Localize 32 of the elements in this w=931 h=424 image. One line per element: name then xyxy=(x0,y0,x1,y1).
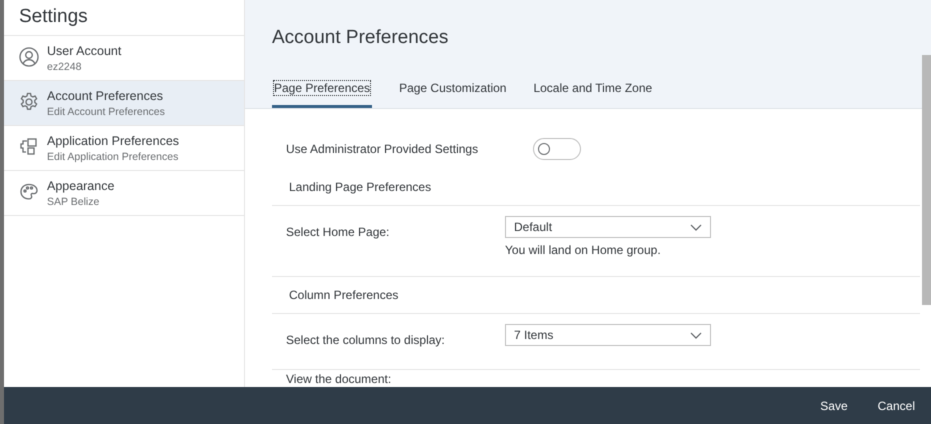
section-heading: Column Preferences xyxy=(289,288,398,302)
setting-label: Use Administrator Provided Settings xyxy=(286,142,480,156)
palette-icon xyxy=(19,182,39,202)
item-subtitle: Edit Account Preferences xyxy=(47,105,165,120)
save-button[interactable]: Save xyxy=(808,392,860,418)
page-title: Account Preferences xyxy=(272,27,450,49)
item-title: User Account xyxy=(47,43,122,59)
field-label: View the document: xyxy=(286,372,392,386)
sidebar-item[interactable]: Account Preferences Edit Account Preferences xyxy=(4,81,244,126)
item-title: Account Preferences xyxy=(47,88,164,104)
dropdown[interactable]: 7 Items xyxy=(505,324,711,346)
dropdown[interactable]: Default xyxy=(505,216,711,238)
tab[interactable]: Page Customization xyxy=(399,81,506,108)
chevron-down-icon xyxy=(690,224,702,230)
item-subtitle: ez2248 xyxy=(47,60,82,75)
field-label: Select the columns to display: xyxy=(286,332,446,349)
item-title: Appearance xyxy=(47,178,114,194)
hint-text: You will land on Home group. xyxy=(505,243,662,257)
scrollbar[interactable] xyxy=(922,55,931,305)
item-subtitle: SAP Belize xyxy=(47,195,100,210)
tab[interactable]: Locale and Time Zone xyxy=(533,81,652,108)
item-title: Application Preferences xyxy=(47,133,180,149)
toggle-switch[interactable] xyxy=(533,138,581,160)
chevron-down-icon xyxy=(690,332,702,338)
item-subtitle: Edit Application Preferences xyxy=(47,150,178,165)
puzzle-icon xyxy=(19,137,39,157)
field-label: Select Home Page: xyxy=(286,224,390,241)
tab[interactable]: Page Preferences xyxy=(272,81,372,108)
section-heading: Landing Page Preferences xyxy=(289,180,432,194)
settings-icon xyxy=(19,92,39,112)
cancel-button[interactable]: Cancel xyxy=(866,392,927,418)
user-icon xyxy=(19,47,39,67)
